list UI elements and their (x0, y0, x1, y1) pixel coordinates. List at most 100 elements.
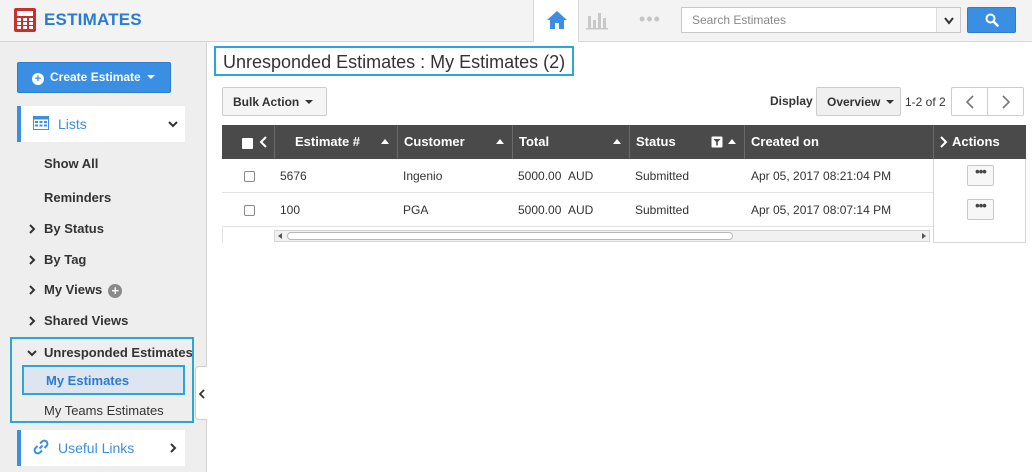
row-actions-button[interactable]: ••• (967, 199, 994, 220)
sidebar-item-by-tag[interactable]: By Tag (44, 252, 86, 267)
add-view-icon[interactable]: + (108, 284, 123, 298)
search-dropdown-button[interactable] (936, 8, 960, 32)
sidebar-item-unresponded[interactable]: Unresponded Estimates (44, 345, 192, 360)
more-dots-icon: ••• (639, 9, 661, 29)
table-row[interactable]: 100 PGA 5000.00 AUD Submitted Apr 05, 20… (222, 193, 934, 227)
next-page-button[interactable] (987, 87, 1024, 116)
filter-icon[interactable] (711, 136, 723, 148)
scroll-left-icon[interactable] (278, 233, 282, 239)
cell-total-amount: 5000.00 (518, 203, 562, 217)
column-label: Total (519, 134, 550, 149)
cell-created-on: Apr 05, 2017 08:21:04 PM (751, 169, 892, 183)
pagination-count: 1-2 of 2 (905, 95, 946, 109)
page-title: Unresponded Estimates : My Estimates (2) (223, 52, 566, 72)
cell-customer: Ingenio (403, 169, 443, 183)
sidebar-item-shared-views[interactable]: Shared Views (44, 313, 128, 328)
more-nav-button[interactable]: ••• (635, 10, 665, 32)
sidebar: + Create Estimate Lists Show All Reminder… (0, 42, 207, 472)
row-checkbox[interactable] (244, 171, 255, 182)
search-button[interactable] (967, 7, 1016, 33)
sort-up-icon (613, 139, 621, 144)
sidebar-item-by-status[interactable]: By Status (44, 221, 104, 236)
caret-down-icon (886, 99, 895, 104)
chevron-right-icon (170, 443, 177, 453)
cell-estimate-number[interactable]: 5676 (280, 159, 307, 193)
link-icon (33, 439, 49, 455)
table-header: Estimate # Customer Total Status Created… (222, 125, 1026, 159)
caret-down-icon (305, 99, 314, 104)
reports-nav-button[interactable] (585, 10, 613, 32)
create-estimate-button[interactable]: + Create Estimate (17, 62, 171, 93)
column-label: Created on (751, 134, 819, 149)
cell-customer: PGA (403, 203, 429, 217)
column-actions: Actions (934, 125, 1026, 159)
chevron-right-icon (29, 316, 36, 326)
cell-estimate-number[interactable]: 100 (280, 193, 300, 227)
column-label: Estimate # (295, 134, 361, 149)
cell-total-currency: AUD (568, 203, 594, 217)
calculator-icon (14, 8, 36, 32)
bar-chart-icon (586, 13, 608, 30)
view-select-button[interactable]: Overview (816, 87, 901, 116)
search-box (681, 7, 961, 33)
plus-circle-icon: + (32, 73, 44, 85)
sidebar-item-label: My Views (44, 282, 103, 297)
page-title-box: Unresponded Estimates : My Estimates (2) (214, 46, 574, 76)
calendar-grid-icon (33, 116, 49, 130)
create-estimate-label: Create Estimate (50, 70, 141, 84)
unresponded-group: Unresponded Estimates My Estimates My Te… (10, 337, 194, 423)
sidebar-item-my-teams-estimates[interactable]: My Teams Estimates (44, 403, 164, 418)
sidebar-item-label: My Estimates (46, 373, 130, 388)
chevron-right-icon (29, 285, 36, 295)
column-estimate-number[interactable]: Estimate # (275, 125, 398, 159)
cell-created-on: Apr 05, 2017 08:07:14 PM (751, 203, 892, 217)
select-all-column (222, 125, 275, 159)
caret-down-icon (146, 75, 155, 79)
chevron-right-icon (1002, 95, 1011, 109)
cell-total-currency: AUD (568, 169, 594, 183)
prev-page-button[interactable] (951, 87, 988, 116)
scrollbar-thumb[interactable] (287, 232, 733, 240)
home-icon (547, 11, 567, 29)
chevron-left-icon[interactable] (259, 136, 269, 148)
cell-status: Submitted (635, 169, 690, 183)
horizontal-scrollbar[interactable] (274, 230, 930, 242)
sidebar-item-reminders[interactable]: Reminders (44, 190, 111, 205)
row-actions-button[interactable]: ••• (967, 165, 994, 186)
sidebar-item-show-all[interactable]: Show All (44, 156, 98, 171)
column-label: Actions (952, 134, 1000, 149)
sort-up-icon (728, 139, 736, 144)
sidebar-item-my-views[interactable]: My Views + (44, 282, 123, 298)
column-total[interactable]: Total (513, 125, 630, 159)
lists-panel-header[interactable]: Lists (17, 106, 185, 142)
table-row[interactable]: 5676 Ingenio 5000.00 AUD Submitted Apr 0… (222, 159, 934, 193)
chevron-left-icon (198, 389, 205, 399)
column-created-on[interactable]: Created on (745, 125, 934, 159)
bulk-action-button[interactable]: Bulk Action (222, 87, 327, 116)
chevron-right-icon (29, 224, 36, 234)
column-customer[interactable]: Customer (398, 125, 513, 159)
estimates-table: Estimate # Customer Total Status Created… (222, 125, 1026, 243)
useful-links-panel-header[interactable]: Useful Links (17, 430, 185, 466)
chevron-right-icon (29, 255, 36, 265)
actions-column: ••• ••• (933, 159, 1026, 243)
column-label: Status (636, 134, 676, 149)
chevron-down-icon (168, 121, 178, 128)
search-icon (985, 13, 999, 27)
column-status[interactable]: Status (630, 125, 745, 159)
chevron-down-icon (944, 17, 954, 25)
top-bar: ESTIMATES ••• (0, 0, 1032, 42)
chevron-right-icon[interactable] (938, 136, 948, 148)
search-input[interactable] (682, 8, 936, 32)
sidebar-item-my-estimates[interactable]: My Estimates (22, 365, 185, 395)
home-nav-button[interactable] (533, 0, 579, 42)
app-title: ESTIMATES (44, 10, 142, 29)
sort-up-icon (496, 139, 504, 144)
scroll-right-icon[interactable] (922, 233, 926, 239)
bulk-action-label: Bulk Action (233, 94, 300, 109)
row-checkbox[interactable] (244, 205, 255, 216)
sidebar-collapse-toggle[interactable] (195, 366, 207, 420)
view-select-label: Overview (827, 94, 881, 109)
select-all-checkbox[interactable] (242, 138, 253, 149)
sort-up-icon (381, 139, 389, 144)
